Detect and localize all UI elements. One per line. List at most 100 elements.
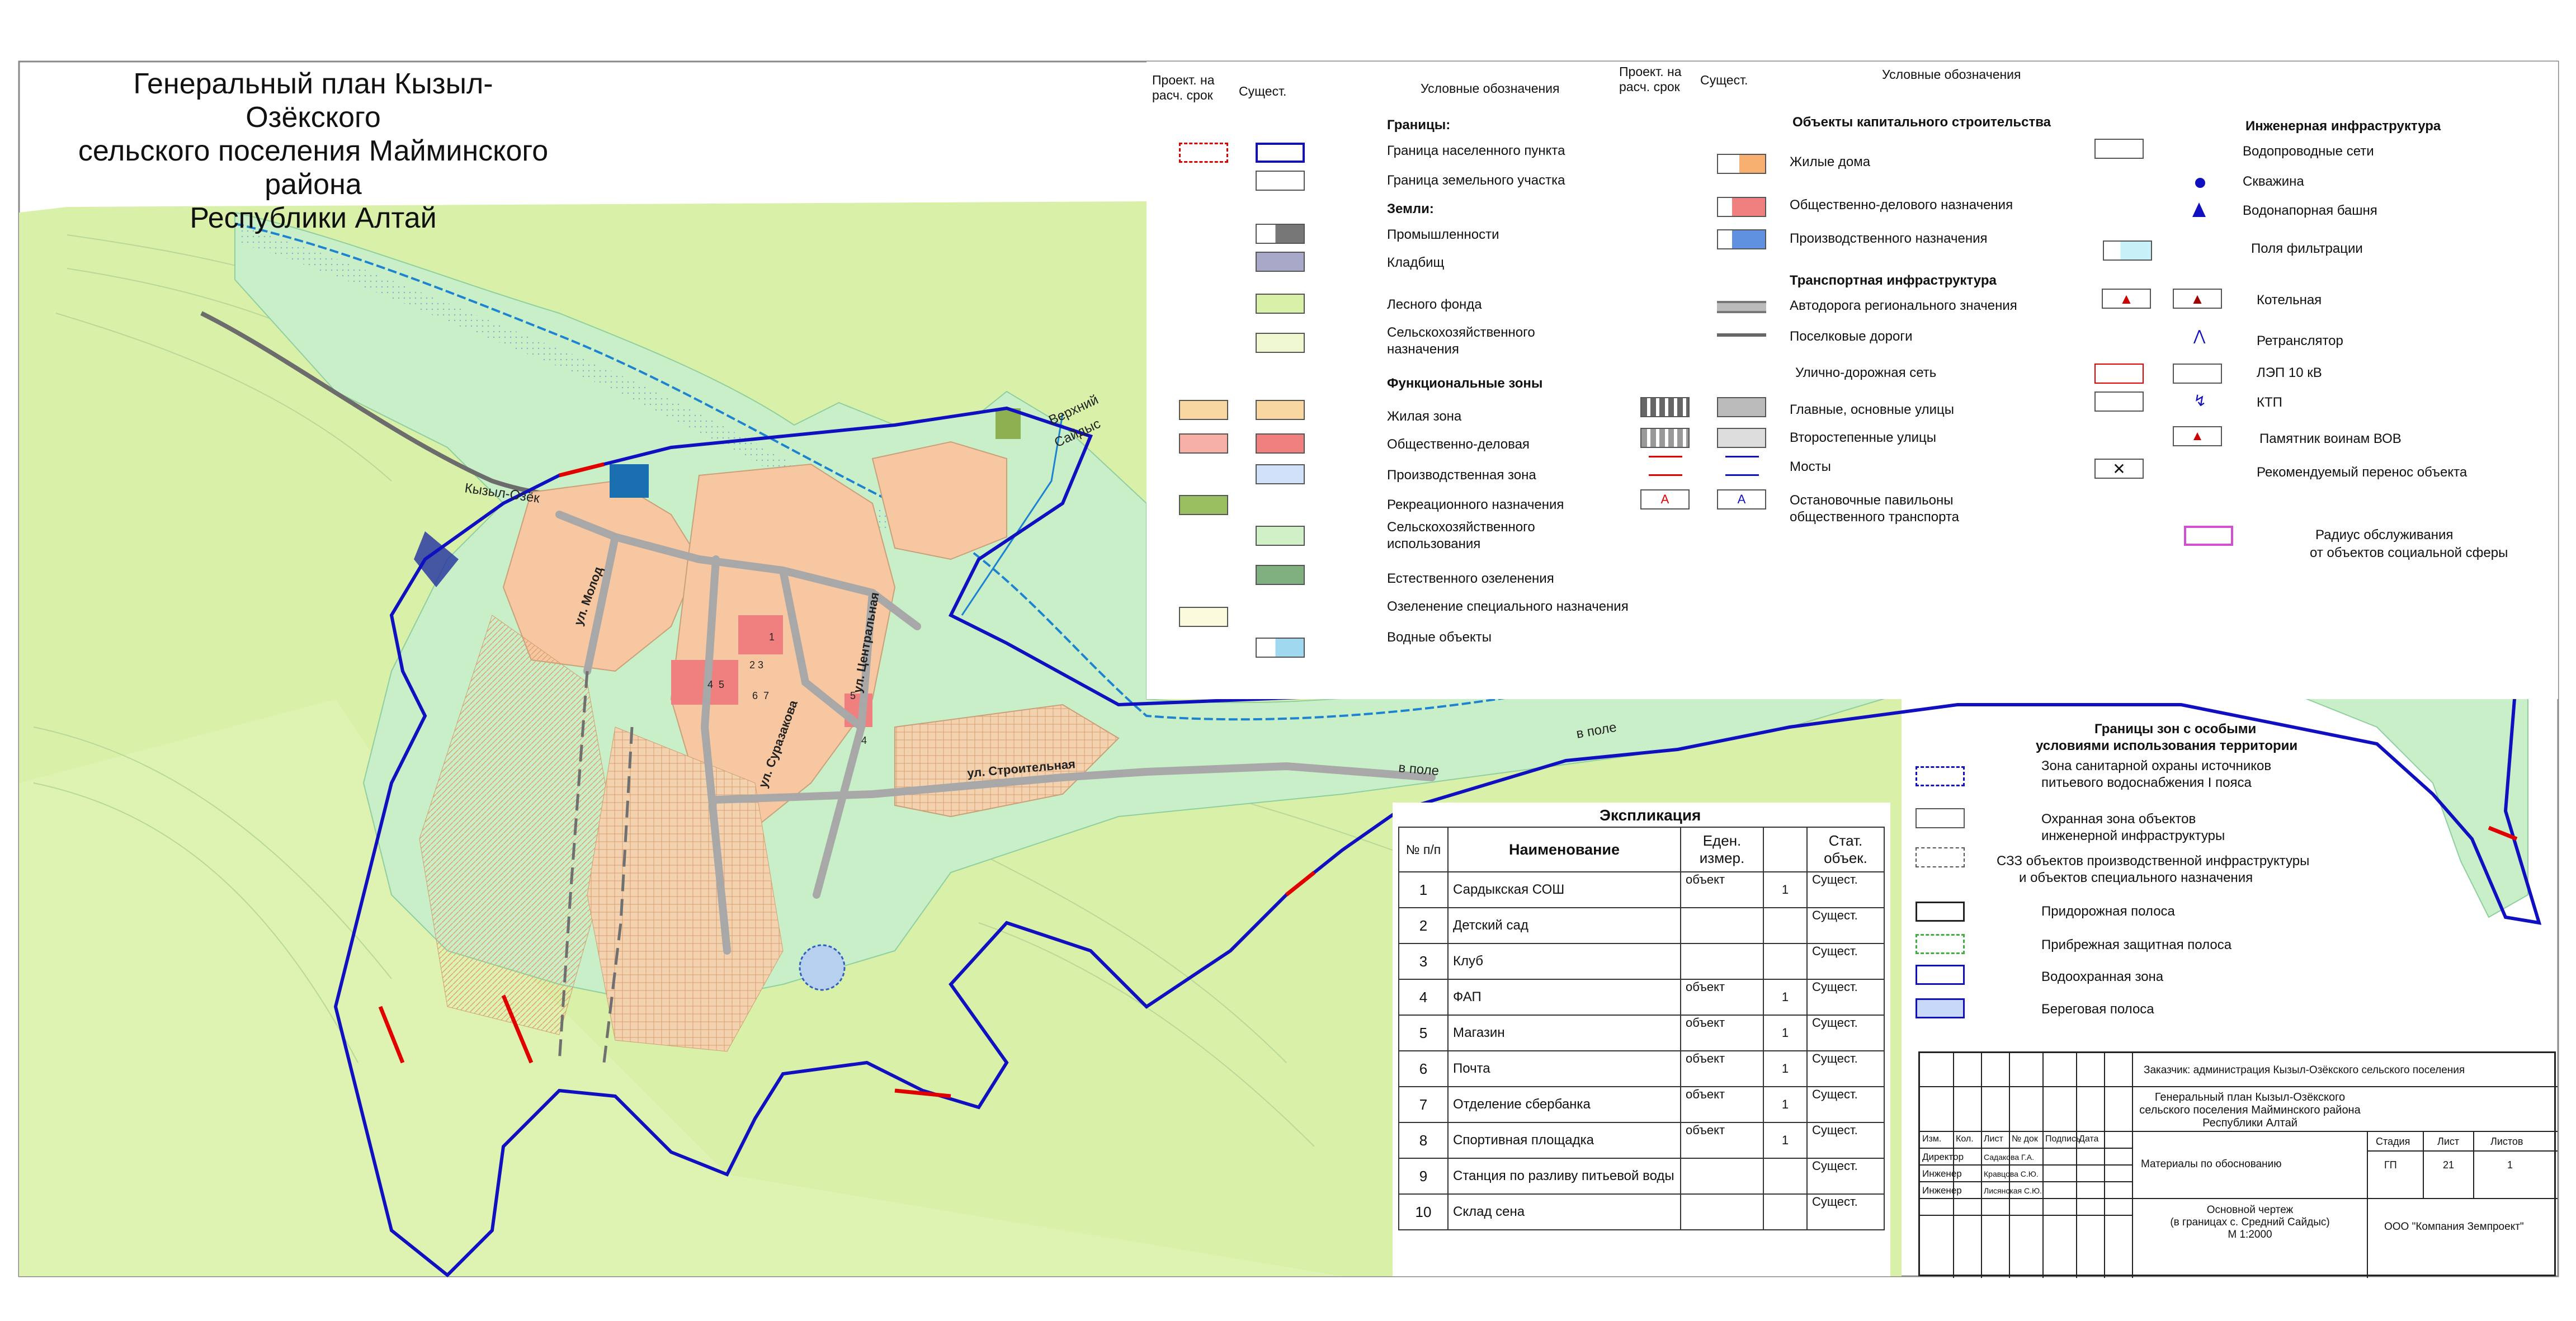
legend-sanitary-2: питьевого водоснабжения I пояса [2041, 775, 2252, 790]
legend-tower: Водонапорная башня [2243, 203, 2377, 218]
explication-row: 2 Детский сад Сущест. [1398, 907, 1885, 944]
row-name: Магазин [1447, 1015, 1681, 1051]
explication-table: № п/п Наименование Еден. измер. Стат. об… [1398, 827, 1885, 1230]
legend-land-forest: Лесного фонда [1387, 297, 1482, 312]
swatch-roadside [1916, 902, 1965, 922]
row-stat: Сущест. [1806, 871, 1885, 908]
swatch-water-protect [1916, 965, 1965, 985]
row-stat: Сущест. [1806, 1193, 1885, 1230]
row-unit: объект [1680, 1015, 1764, 1051]
explication-row: 5 Магазин объект 1 Сущест. [1398, 1015, 1885, 1051]
title-line-3: Республики Алтай [190, 202, 437, 234]
swatch-coastal-protect [1916, 934, 1965, 954]
explication-row: 7 Отделение сбербанка объект 1 Сущест. [1398, 1086, 1885, 1123]
row-num: 3 [1398, 943, 1449, 980]
row-unit: объект [1680, 1050, 1764, 1087]
legend2-col-symbols: Условные обозначения [1882, 67, 2021, 82]
title-block: Заказчик: администрация Кызыл-Озёкского … [1918, 1051, 2558, 1278]
row-name: Клуб [1447, 943, 1681, 980]
swatch-zone-production [1256, 464, 1305, 484]
legend-zone-production: Производственная зона [1387, 468, 1536, 483]
legend-land-agri: Сельскохозяйственного назначения [1387, 325, 1535, 357]
swatch-zone-green-nat [1256, 565, 1305, 585]
legend-radius-1: Радиус обслуживания [2315, 527, 2454, 542]
boiler-icon: ▲ [2173, 289, 2222, 309]
tb-role: Директор [1922, 1152, 1964, 1162]
legend-zone-recreation: Рекреационного назначения [1387, 497, 1564, 512]
well-icon [2195, 178, 2205, 188]
swatch-shore [1916, 998, 1965, 1018]
row-stat: Сущест. [1806, 979, 1885, 1016]
legend2-col-existing: Сущест. [1700, 73, 1748, 87]
svg-text:4: 4 [861, 735, 867, 746]
swatch-border-plot [1256, 171, 1305, 191]
swatch-road-settlement [1717, 333, 1766, 337]
legend-relay: Ретранслятор [2257, 333, 2343, 348]
tb-drawing: Основной чертеж (в границах с. Средний С… [2132, 1204, 2367, 1241]
legend-zone-public: Общественно-деловая [1387, 437, 1530, 452]
row-unit [1680, 907, 1764, 944]
legend-streets-main: Главные, основные улицы [1790, 402, 1955, 417]
explication-row: 1 Сардыкская СОШ объект 1 Сущест. [1398, 871, 1885, 908]
row-stat: Сущест. [1806, 1158, 1885, 1195]
swatch-water-net [2094, 139, 2144, 159]
swatch-power-line-project [2094, 364, 2144, 384]
svg-text:3: 3 [758, 659, 763, 671]
ktp-icon: ↯ [2193, 392, 2207, 409]
row-qty: 1 [1763, 979, 1808, 1016]
explication-row: 6 Почта объект 1 Сущест. [1398, 1050, 1885, 1087]
swatch-bridge-project [1649, 456, 1682, 476]
swatch-protect-zone [1916, 808, 1965, 828]
swatch-production-building [1717, 229, 1766, 249]
row-num: 4 [1398, 979, 1449, 1016]
explication-row: 9 Станция по разливу питьевой воды Сущест. [1398, 1158, 1885, 1195]
legend1-col-existing: Сущест. [1239, 84, 1287, 98]
legend-szz-1: СЗЗ объектов производственной инфраструк… [1997, 853, 2310, 869]
tb-person: Лисянская С.Ю. [1984, 1186, 2042, 1195]
explication-row: 10 Склад сена Сущест. [1398, 1193, 1885, 1230]
legend-public-building: Общественно-делового назначения [1790, 197, 2013, 213]
swatch-bridge [1725, 456, 1759, 476]
row-name: ФАП [1447, 979, 1681, 1016]
legend-protect-1: Охранная зона объектов [2041, 812, 2196, 827]
row-unit: объект [1680, 871, 1764, 908]
legend-zone-residential: Жилая зона [1387, 409, 1462, 424]
tb-stage: ГП [2384, 1159, 2397, 1171]
row-qty [1763, 1193, 1808, 1230]
tb-person: Кравцова С.Ю. [1984, 1169, 2039, 1178]
legend-land-cemetery: Кладбищ [1387, 255, 1445, 270]
tb-project-1: Генеральный план Кызыл-Озёкского [2154, 1091, 2346, 1103]
legend-bridges: Мосты [1790, 459, 1831, 474]
legend-border-settlement: Граница населенного пункта [1387, 143, 1565, 158]
row-name: Сардыкская СОШ [1447, 871, 1681, 908]
row-num: 7 [1398, 1086, 1449, 1123]
tb-drawing-2: (в границах с. Средний Сайдыс) [2170, 1216, 2330, 1228]
row-num: 10 [1398, 1193, 1449, 1230]
row-num: 1 [1398, 871, 1449, 908]
swatch-zone-public-project [1179, 433, 1228, 454]
swatch-land-forest [1256, 294, 1305, 314]
row-num: 8 [1398, 1122, 1449, 1159]
swatch-szz [1916, 847, 1965, 867]
tb-sheet: 21 [2443, 1159, 2455, 1171]
explication-row: 3 Клуб Сущест. [1398, 943, 1885, 980]
legend3-title: Инженерная инфраструктура [2245, 119, 2441, 134]
legend-streets-secondary: Второстепенные улицы [1790, 430, 1937, 445]
swatch-land-cemetery [1256, 252, 1305, 272]
tb-col-header: № док [2012, 1134, 2038, 1144]
legend-bus-stops: Остановочные павильоны общественного тра… [1790, 493, 1960, 525]
row-name: Спортивная площадка [1447, 1122, 1681, 1159]
legend-coastal-protect: Прибрежная защитная полоса [2041, 937, 2232, 952]
legend1-col-project: Проект. на расч. срок [1152, 73, 1215, 102]
row-unit: объект [1680, 1086, 1764, 1123]
row-num: 5 [1398, 1015, 1449, 1051]
row-name: Почта [1447, 1050, 1681, 1087]
svg-text:5: 5 [719, 679, 724, 690]
monument-icon: ▲ [2173, 426, 2222, 446]
title-line-2: сельского поселения Майминского района [78, 135, 549, 201]
legend2-cap-title: Объекты капитального строительства [1792, 115, 2051, 130]
tb-role: Инженер [1922, 1168, 1962, 1179]
explication-row: 8 Спортивная площадка объект 1 Сущест. [1398, 1122, 1885, 1159]
legend-roadside: Придорожная полоса [2041, 904, 2175, 919]
row-stat: Сущест. [1806, 1086, 1885, 1123]
